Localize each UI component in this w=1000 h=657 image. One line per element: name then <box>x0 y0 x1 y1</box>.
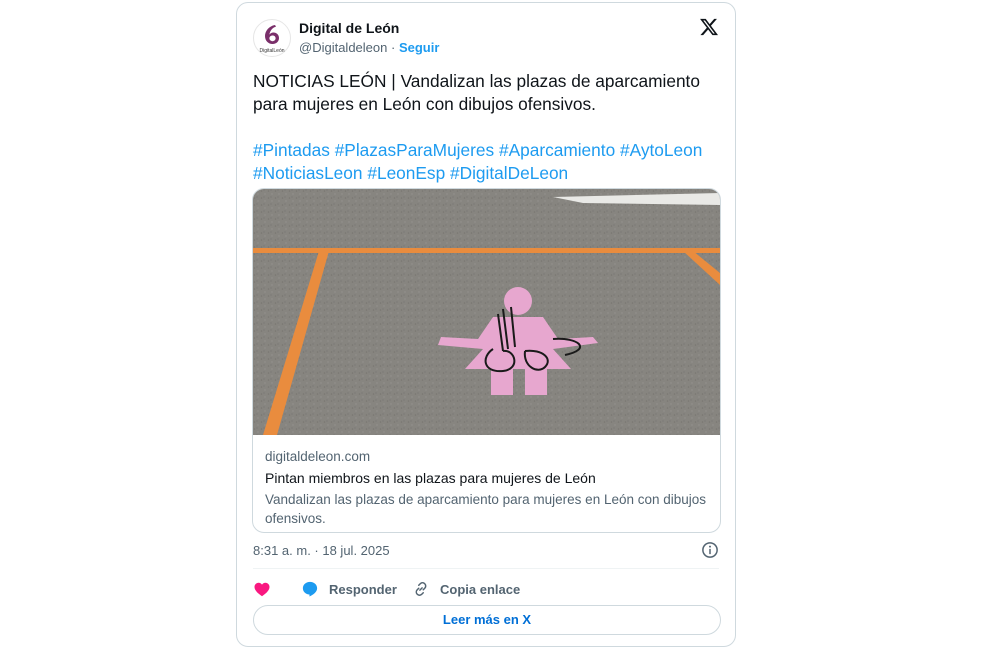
post-body: NOTICIAS LEÓN | Vandalizan las plazas de… <box>253 70 723 185</box>
link-preview-meta: digitaldeleon.com Pintan miembros en las… <box>265 448 708 528</box>
link-preview-image[interactable] <box>253 189 720 435</box>
link-icon <box>415 582 427 596</box>
divider <box>253 568 719 569</box>
like-button[interactable] <box>253 577 271 601</box>
action-bar: Responder Copia enlace <box>253 577 719 601</box>
post-timestamp[interactable]: 8:31 a. m. · 18 jul. 2025 <box>253 543 390 558</box>
link-title[interactable]: Pintan miembros en las plazas para mujer… <box>265 469 708 488</box>
link-domain: digitaldeleon.com <box>265 449 371 464</box>
link-preview-card[interactable]: digitaldeleon.com Pintan miembros en las… <box>252 188 721 533</box>
follow-button[interactable]: Seguir <box>399 40 439 55</box>
hashtag-link[interactable]: #DigitalDeLeon <box>450 163 568 183</box>
reply-label: Responder <box>329 581 397 597</box>
info-icon[interactable] <box>701 541 719 559</box>
hashtag-link[interactable]: #NoticiasLeon <box>253 163 363 183</box>
post-header: DigitalLeón Digital de León @Digitaldele… <box>253 15 719 59</box>
link-description: Vandalizan las plazas de aparcamiento pa… <box>265 492 707 526</box>
heart-icon <box>254 582 270 597</box>
copy-link-button[interactable]: Copia enlace <box>412 577 520 601</box>
hashtag-link[interactable]: #AytoLeon <box>620 140 702 160</box>
avatar[interactable]: DigitalLeón <box>253 19 291 57</box>
reply-bubble-icon <box>302 581 318 597</box>
author-handle-line: @Digitaldeleon · Seguir <box>299 40 439 55</box>
reply-button[interactable]: Responder <box>301 577 397 601</box>
post-text: NOTICIAS LEÓN | Vandalizan las plazas de… <box>253 71 700 114</box>
hashtag-list: #Pintadas #PlazasParaMujeres #Aparcamien… <box>253 139 723 185</box>
handle-separator: · <box>390 40 396 55</box>
embedded-post-card: DigitalLeón Digital de León @Digitaldele… <box>236 2 736 647</box>
hashtag-link[interactable]: #LeonEsp <box>367 163 445 183</box>
author-handle[interactable]: @Digitaldeleon <box>299 40 387 55</box>
hashtag-link[interactable]: #PlazasParaMujeres <box>335 140 494 160</box>
hashtag-link[interactable]: #Pintadas <box>253 140 330 160</box>
logo-caption: DigitalLeón <box>259 48 284 54</box>
author-name[interactable]: Digital de León <box>299 20 399 36</box>
x-logo-icon[interactable] <box>699 17 719 37</box>
copy-link-label: Copia enlace <box>440 581 521 597</box>
read-more-button[interactable]: Leer más en X <box>253 605 721 635</box>
digital-de-leon-logo: DigitalLeón <box>253 19 291 57</box>
hashtag-link[interactable]: #Aparcamiento <box>499 140 615 160</box>
